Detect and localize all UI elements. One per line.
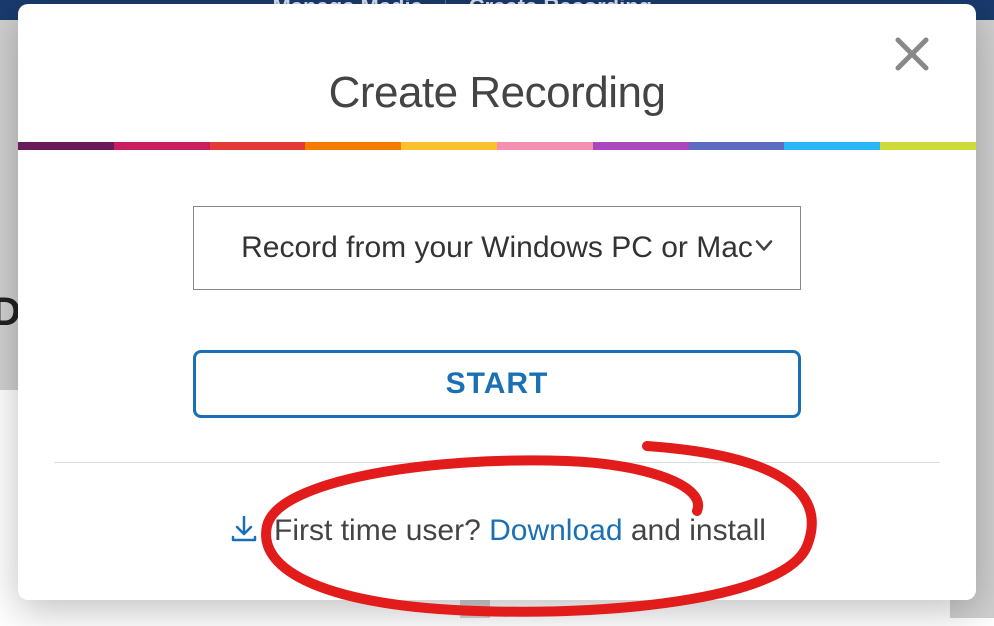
download-icon bbox=[228, 513, 260, 553]
start-button-label: START bbox=[446, 367, 549, 401]
first-time-suffix: and install bbox=[623, 514, 766, 547]
dropdown-selected-label: Record from your Windows PC or Mac bbox=[241, 231, 753, 265]
create-recording-modal: Create Recording Record from your Window… bbox=[18, 4, 976, 600]
record-source-dropdown[interactable]: Record from your Windows PC or Mac bbox=[193, 206, 801, 290]
rainbow-divider bbox=[18, 142, 976, 150]
chevron-down-icon bbox=[752, 234, 776, 263]
first-time-row: First time user? Download and install bbox=[18, 511, 976, 551]
start-button[interactable]: START bbox=[193, 350, 801, 418]
horizontal-divider bbox=[54, 462, 940, 463]
modal-title: Create Recording bbox=[18, 4, 976, 142]
close-icon bbox=[892, 34, 932, 74]
download-link[interactable]: Download bbox=[489, 514, 622, 547]
first-time-prefix: First time user? bbox=[274, 514, 489, 547]
close-button[interactable] bbox=[892, 34, 932, 74]
